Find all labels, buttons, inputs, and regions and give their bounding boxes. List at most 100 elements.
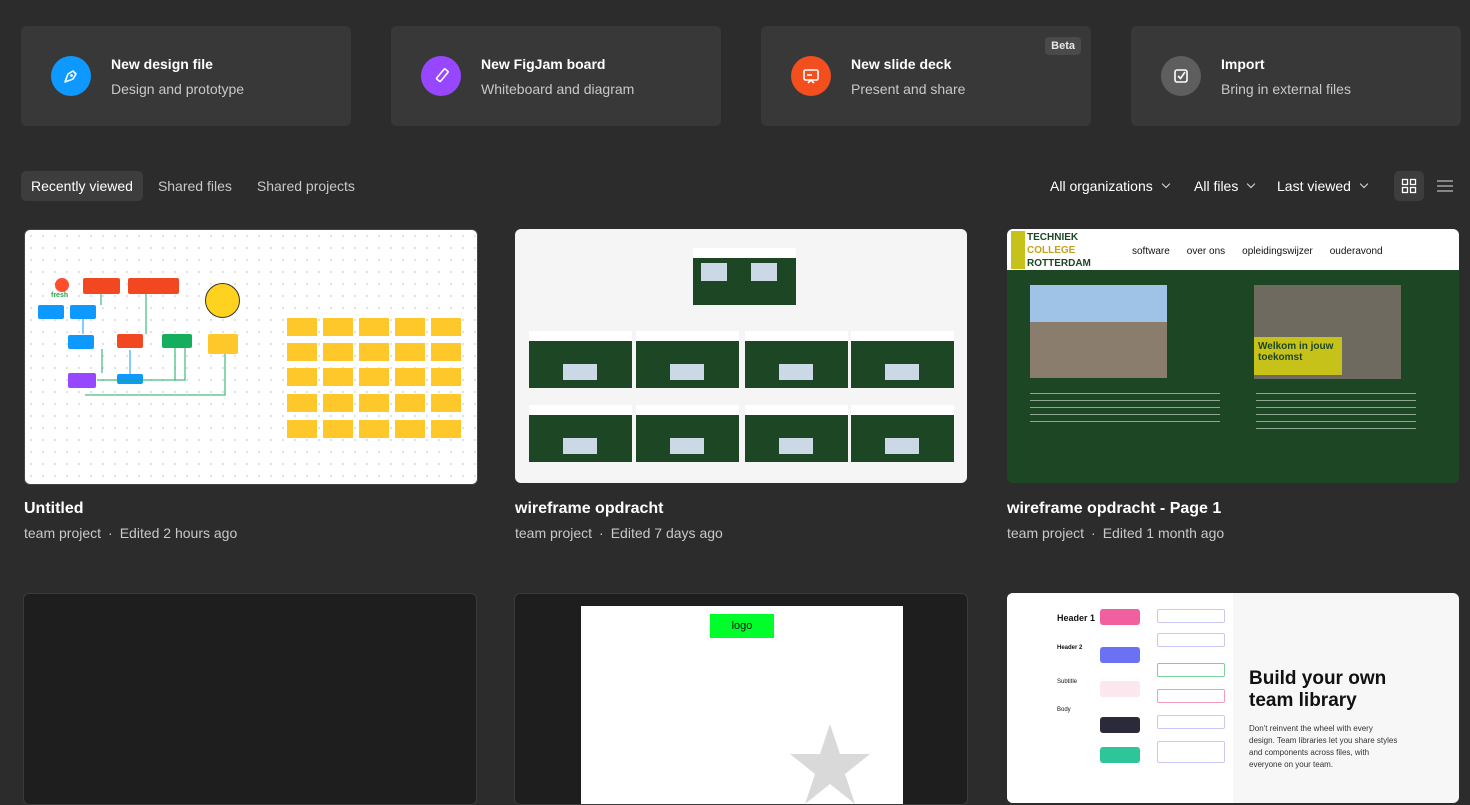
grid-view-button[interactable] [1394, 171, 1424, 201]
laughing-emoji-sticker [205, 283, 240, 318]
star-shape [790, 724, 870, 804]
library-header: Body [1057, 707, 1071, 713]
file-thumbnail-empty[interactable] [23, 593, 477, 805]
file-title: Untitled [24, 500, 84, 517]
logo-line: ROTTERDAM [1027, 258, 1091, 269]
file-tabs: Recently viewed Shared files Shared proj… [21, 171, 370, 201]
file-thumbnail-wireframe-opdracht[interactable] [515, 229, 967, 483]
tab-shared-projects[interactable]: Shared projects [247, 171, 365, 201]
sticky-note [323, 343, 353, 361]
slide-thumbnail [529, 405, 632, 462]
color-swatch [1100, 747, 1140, 763]
intro-text [1256, 390, 1416, 434]
logo-line: COLLEGE [1027, 245, 1076, 256]
import-icon [1161, 56, 1201, 96]
sticky-note [395, 318, 425, 336]
sticky-note [431, 368, 461, 386]
files-filter[interactable]: All files [1194, 178, 1256, 194]
sort-filter[interactable]: Last viewed [1277, 178, 1369, 194]
sticky-note [431, 318, 461, 336]
card-title: New FigJam board [481, 56, 606, 72]
library-body: Don't reinvent the wheel with every desi… [1249, 724, 1398, 769]
wireframe-logo: logo [710, 614, 774, 638]
color-swatch [1100, 717, 1140, 733]
tab-shared-files[interactable]: Shared files [148, 171, 242, 201]
card-subtitle: Design and prototype [111, 81, 245, 97]
card-subtitle: Bring in external files [1221, 81, 1351, 97]
sticky-note [287, 368, 317, 386]
sticky-note [323, 420, 353, 438]
file-project: team project [24, 525, 102, 541]
file-meta: team project · Edited 7 days ago [515, 525, 723, 541]
new-figjam-board-card[interactable]: New FigJam board Whiteboard and diagram [391, 26, 721, 126]
slide-thumbnail [693, 248, 796, 305]
color-swatch [1100, 647, 1140, 663]
sticky-note [359, 368, 389, 386]
sticky-note [395, 420, 425, 438]
sticky-note [323, 394, 353, 412]
sticky-note [395, 343, 425, 361]
chevron-down-icon [1161, 179, 1170, 189]
card-title: New slide deck [851, 56, 952, 72]
marker-icon [421, 56, 461, 96]
library-heading: Build your own team library [1249, 668, 1387, 711]
organizations-filter[interactable]: All organizations [1050, 178, 1170, 194]
slide-image [885, 438, 919, 454]
slide-thumbnail [745, 331, 848, 388]
chevron-down-icon [1247, 179, 1256, 189]
file-thumbnail-team-library[interactable]: Header 1 Header 2 Subtitle Body Build yo… [1007, 593, 1459, 803]
card-title: Import [1221, 56, 1265, 72]
list-view-button[interactable] [1430, 171, 1460, 201]
slide-image [670, 364, 704, 380]
library-header: Header 1 [1057, 613, 1096, 623]
file-thumbnail-wireframe-logo[interactable]: logo [514, 593, 968, 805]
file-title: wireframe opdracht - Page 1 [1007, 500, 1222, 517]
slide-image [670, 438, 704, 454]
form-field [1157, 663, 1225, 677]
college-logo: TECHNIEK COLLEGE ROTTERDAM [1027, 231, 1091, 270]
sticky-note [323, 368, 353, 386]
nav-item: over ons [1186, 246, 1226, 257]
slide-thumbnail [636, 331, 739, 388]
chevron-down-icon [1359, 179, 1369, 189]
organizations-filter-label: All organizations [1050, 178, 1153, 194]
slide-thumbnail [636, 405, 739, 462]
file-meta: team project · Edited 2 hours ago [24, 525, 238, 541]
nav-item: ouderavond [1329, 246, 1383, 257]
sticky-note [287, 420, 317, 438]
import-card[interactable]: Import Bring in external files [1131, 26, 1461, 126]
new-design-file-card[interactable]: New design file Design and prototype [21, 26, 351, 126]
card-subtitle: Present and share [851, 81, 966, 97]
sticky-note [431, 343, 461, 361]
color-swatch [1100, 609, 1140, 625]
card-title: New design file [111, 56, 213, 72]
form-field [1157, 633, 1225, 647]
sticky-note [395, 394, 425, 412]
sticky-note [431, 420, 461, 438]
slide-image [779, 364, 813, 380]
welcome-banner: Welkom in jouw toekomst [1254, 337, 1342, 375]
grid-view-icon [1401, 178, 1417, 194]
file-project: team project [1007, 525, 1085, 541]
card-subtitle: Whiteboard and diagram [481, 81, 635, 97]
slide-image [885, 364, 919, 380]
slide-thumbnail [851, 331, 954, 388]
school-photo [1030, 285, 1167, 378]
files-filter-label: All files [1194, 178, 1239, 194]
file-edited: Edited 1 month ago [1102, 525, 1225, 541]
new-slide-deck-card[interactable]: New slide deck Present and share Beta [761, 26, 1091, 126]
sticky-note [431, 394, 461, 412]
file-thumbnail-wireframe-page-1[interactable]: TECHNIEK COLLEGE ROTTERDAM software over… [1007, 229, 1459, 483]
slide-image [779, 438, 813, 454]
sticky-note [287, 343, 317, 361]
file-edited: Edited 7 days ago [610, 525, 723, 541]
college-logo-mark [1011, 231, 1025, 269]
tab-recently-viewed[interactable]: Recently viewed [21, 171, 143, 201]
file-thumbnail-untitled[interactable]: fresh [24, 229, 478, 485]
file-project: team project [515, 525, 593, 541]
beta-badge: Beta [1045, 37, 1081, 55]
file-title: wireframe opdracht [515, 500, 664, 517]
library-header: Header 2 [1057, 645, 1083, 651]
nav-item: software [1132, 246, 1170, 257]
form-field [1157, 715, 1225, 729]
